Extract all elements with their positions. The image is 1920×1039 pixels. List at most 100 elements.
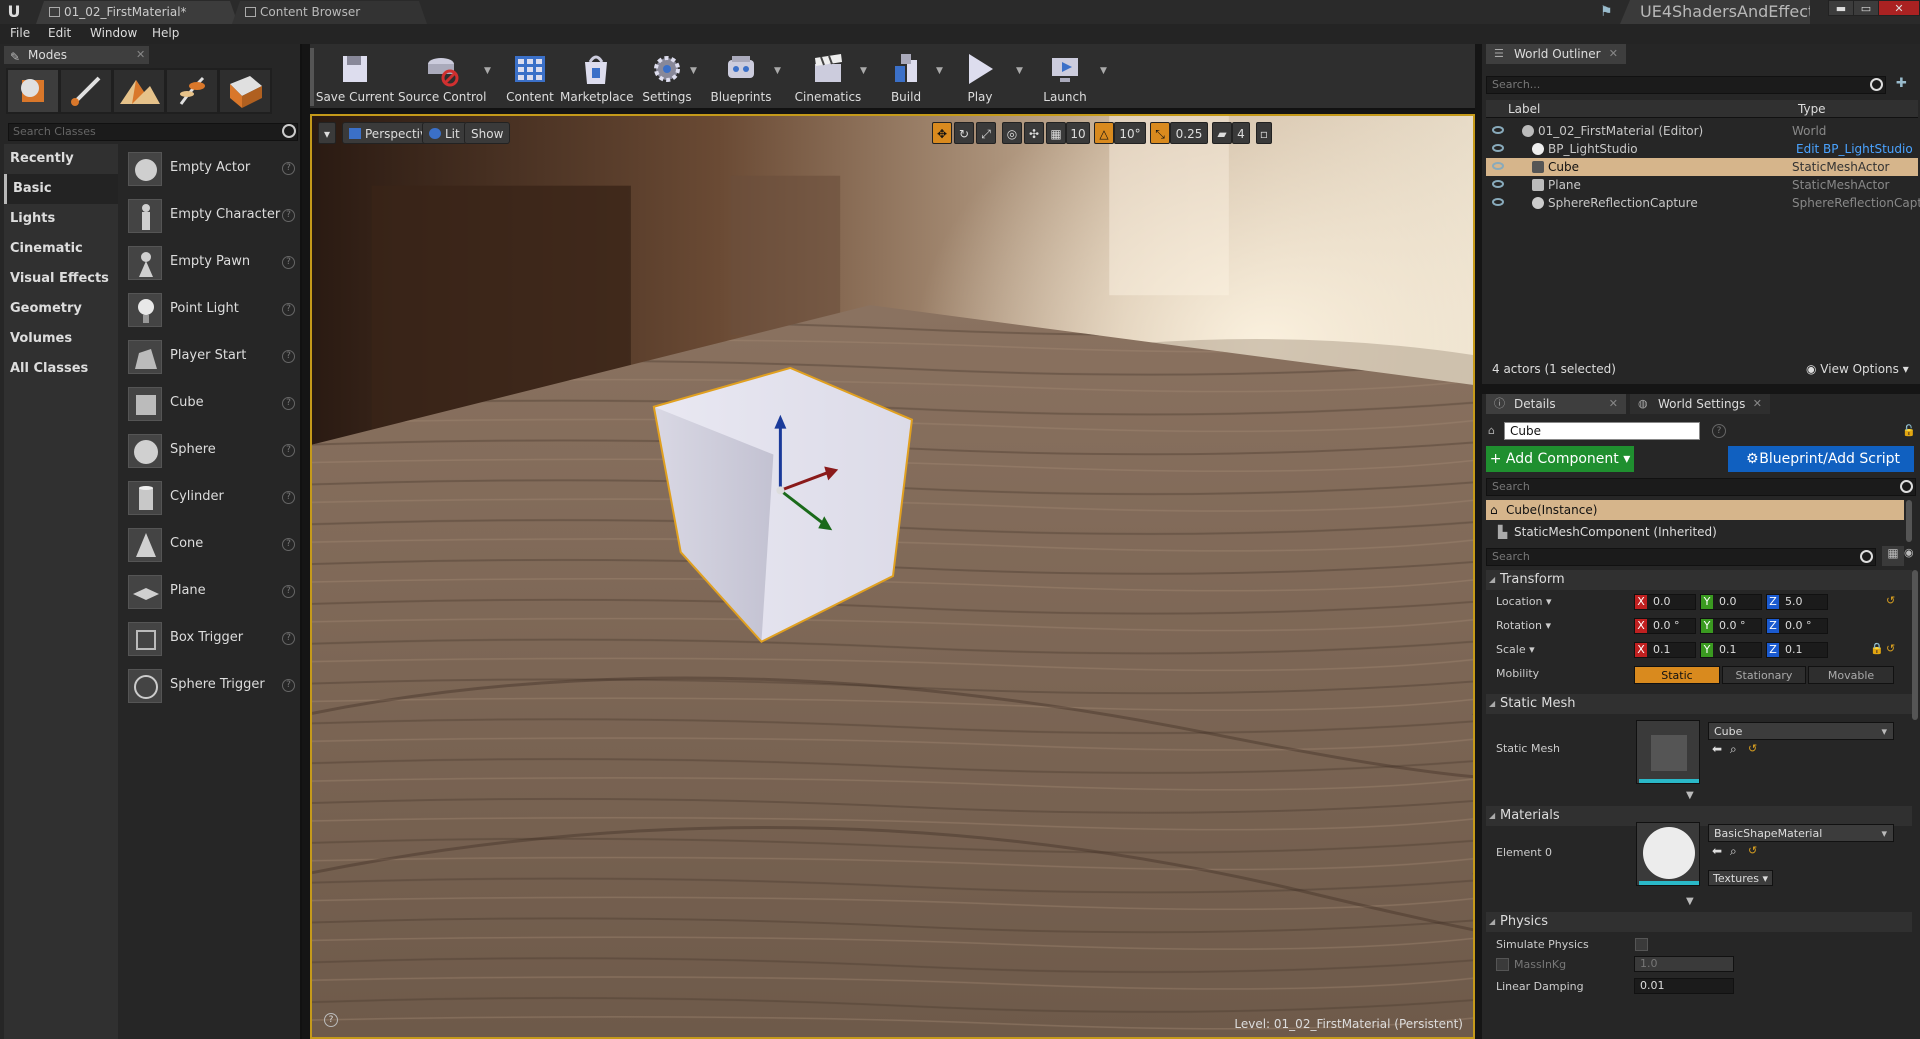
- expand-arrow-icon[interactable]: ▼: [1686, 790, 1694, 801]
- property-matrix-icon[interactable]: ▦: [1882, 546, 1904, 566]
- visibility-eye-icon[interactable]: [1492, 144, 1504, 152]
- browse-icon[interactable]: ⌕: [1730, 742, 1737, 757]
- mobility-stationary-button[interactable]: Stationary: [1722, 666, 1806, 684]
- transform-section-header[interactable]: Transform: [1486, 570, 1912, 590]
- help-icon[interactable]: ?: [282, 209, 295, 222]
- landscape-mode-button[interactable]: [114, 70, 164, 112]
- scrollbar[interactable]: [1906, 500, 1912, 542]
- blueprint-add-script-button[interactable]: ⚙ Blueprint/Add Script: [1728, 446, 1914, 472]
- scale-snap-icon[interactable]: ⤡: [1150, 122, 1170, 144]
- geometry-mode-button[interactable]: [220, 70, 270, 112]
- chevron-down-icon[interactable]: ▼: [936, 66, 946, 76]
- expand-arrow-icon[interactable]: ▼: [1686, 896, 1694, 907]
- browse-icon[interactable]: ⌕: [1730, 844, 1737, 859]
- blueprints-button[interactable]: Blueprints: [706, 48, 776, 108]
- list-item[interactable]: Sphere ?: [126, 428, 296, 472]
- help-icon[interactable]: ?: [282, 162, 295, 175]
- component-root-row[interactable]: ⌂ Cube(Instance): [1486, 500, 1904, 520]
- search-icon[interactable]: [1860, 550, 1873, 563]
- launch-button[interactable]: Launch: [1030, 48, 1100, 108]
- static-mesh-thumbnail[interactable]: [1636, 720, 1700, 784]
- use-selected-arrow-icon[interactable]: ⬅: [1712, 742, 1722, 756]
- category-lights[interactable]: Lights: [4, 204, 118, 234]
- reset-arrow-icon[interactable]: ↺: [1886, 594, 1895, 607]
- reset-arrow-icon[interactable]: ↺: [1748, 742, 1757, 755]
- search-icon[interactable]: [1870, 78, 1883, 91]
- close-icon[interactable]: ✕: [1609, 44, 1618, 64]
- actor-name-field[interactable]: Cube: [1504, 422, 1700, 440]
- rotation-snap-icon[interactable]: △: [1094, 122, 1114, 144]
- close-button[interactable]: ✕: [1878, 0, 1920, 16]
- table-row[interactable]: Plane StaticMeshActor: [1486, 176, 1918, 194]
- scale-y-field[interactable]: Y 0.1: [1700, 642, 1762, 658]
- menu-edit[interactable]: Edit: [48, 26, 71, 40]
- category-geometry[interactable]: Geometry: [4, 294, 118, 324]
- category-recently-placed[interactable]: Recently Placed: [4, 144, 118, 196]
- chevron-down-icon[interactable]: ▼: [1100, 66, 1110, 76]
- table-row[interactable]: SphereReflectionCapture SphereReflection…: [1486, 194, 1920, 212]
- foliage-mode-button[interactable]: [167, 70, 217, 112]
- view-options-button[interactable]: ◉ View Options ▾: [1806, 362, 1909, 376]
- chevron-down-icon[interactable]: ▼: [860, 66, 870, 76]
- component-search-input[interactable]: Search: [1486, 478, 1916, 496]
- level-viewport[interactable]: ▾ Perspective Lit Show ✥ ↻ ⤢ ◎ ✣ ▦ 10 △ …: [310, 114, 1475, 1039]
- list-item[interactable]: Cone ?: [126, 522, 296, 566]
- visibility-eye-icon[interactable]: [1492, 126, 1504, 134]
- rotation-z-field[interactable]: Z 0.0 °: [1766, 618, 1828, 634]
- location-y-field[interactable]: Y 0.0: [1700, 594, 1762, 610]
- grid-snap-icon[interactable]: ▦: [1046, 122, 1066, 144]
- surface-snap-icon[interactable]: ✣: [1024, 122, 1044, 144]
- grid-snap-value[interactable]: 10: [1066, 122, 1090, 144]
- search-icon[interactable]: [1900, 480, 1913, 493]
- help-icon[interactable]: ?: [282, 585, 295, 598]
- table-row[interactable]: BP_LightStudio Edit BP_LightStudio: [1486, 140, 1918, 158]
- outliner-search-input[interactable]: Search...: [1486, 76, 1886, 94]
- chevron-down-icon[interactable]: ▼: [690, 66, 700, 76]
- modes-tab[interactable]: ✎ Modes ✕: [4, 46, 149, 64]
- table-row[interactable]: Cube StaticMeshActor: [1486, 158, 1918, 176]
- rotation-label[interactable]: Rotation ▾: [1496, 619, 1551, 632]
- material-thumbnail[interactable]: [1636, 822, 1700, 886]
- list-item[interactable]: Empty Character ?: [126, 193, 296, 237]
- rotation-y-field[interactable]: Y 0.0 °: [1700, 618, 1762, 634]
- category-basic[interactable]: Basic: [4, 174, 118, 204]
- help-icon[interactable]: ?: [282, 444, 295, 457]
- list-item[interactable]: Cylinder ?: [126, 475, 296, 519]
- viewport-options-button[interactable]: ▾: [318, 122, 336, 144]
- mobility-movable-button[interactable]: Movable: [1808, 666, 1894, 684]
- list-item[interactable]: Player Start ?: [126, 334, 296, 378]
- list-item[interactable]: Plane ?: [126, 569, 296, 613]
- marketplace-button[interactable]: Marketplace: [560, 48, 634, 108]
- reset-arrow-icon[interactable]: ↺: [1886, 642, 1895, 655]
- content-button[interactable]: Content: [502, 48, 558, 108]
- visibility-eye-icon[interactable]: [1492, 198, 1504, 206]
- translate-tool-icon[interactable]: ✥: [932, 122, 952, 144]
- category-volumes[interactable]: Volumes: [4, 324, 118, 354]
- scale-snap-value[interactable]: 0.25: [1170, 122, 1208, 144]
- help-icon[interactable]: ?: [282, 350, 295, 363]
- help-icon[interactable]: ?: [282, 679, 295, 692]
- scale-x-field[interactable]: X 0.1: [1634, 642, 1696, 658]
- textures-dropdown[interactable]: Textures ▾: [1708, 870, 1774, 886]
- list-item[interactable]: Cube ?: [126, 381, 296, 425]
- scale-label[interactable]: Scale ▾: [1496, 643, 1535, 656]
- close-icon[interactable]: ✕: [1753, 394, 1762, 414]
- rotation-snap-value[interactable]: 10°: [1114, 122, 1146, 144]
- mass-override-checkbox[interactable]: [1496, 958, 1509, 971]
- scale-z-field[interactable]: Z 0.1: [1766, 642, 1828, 658]
- mobility-static-button[interactable]: Static: [1634, 666, 1720, 684]
- search-classes-input[interactable]: Search Classes: [8, 123, 298, 141]
- place-mode-button[interactable]: [8, 70, 58, 112]
- maximize-button[interactable]: ▭: [1853, 0, 1879, 16]
- reset-arrow-icon[interactable]: ↺: [1748, 844, 1757, 857]
- close-icon[interactable]: ✕: [1609, 394, 1618, 414]
- tab-content-browser[interactable]: Content Browser: [232, 1, 427, 24]
- menu-window[interactable]: Window: [90, 26, 137, 40]
- category-visual-effects[interactable]: Visual Effects: [4, 264, 118, 294]
- list-item[interactable]: Empty Pawn ?: [126, 240, 296, 284]
- maximize-viewport-icon[interactable]: ▫: [1256, 122, 1272, 144]
- show-button[interactable]: Show: [464, 122, 511, 144]
- settings-button[interactable]: Settings: [636, 48, 698, 108]
- simulate-physics-checkbox[interactable]: [1635, 938, 1648, 951]
- tab-world-settings[interactable]: ◍ World Settings ✕: [1630, 394, 1770, 414]
